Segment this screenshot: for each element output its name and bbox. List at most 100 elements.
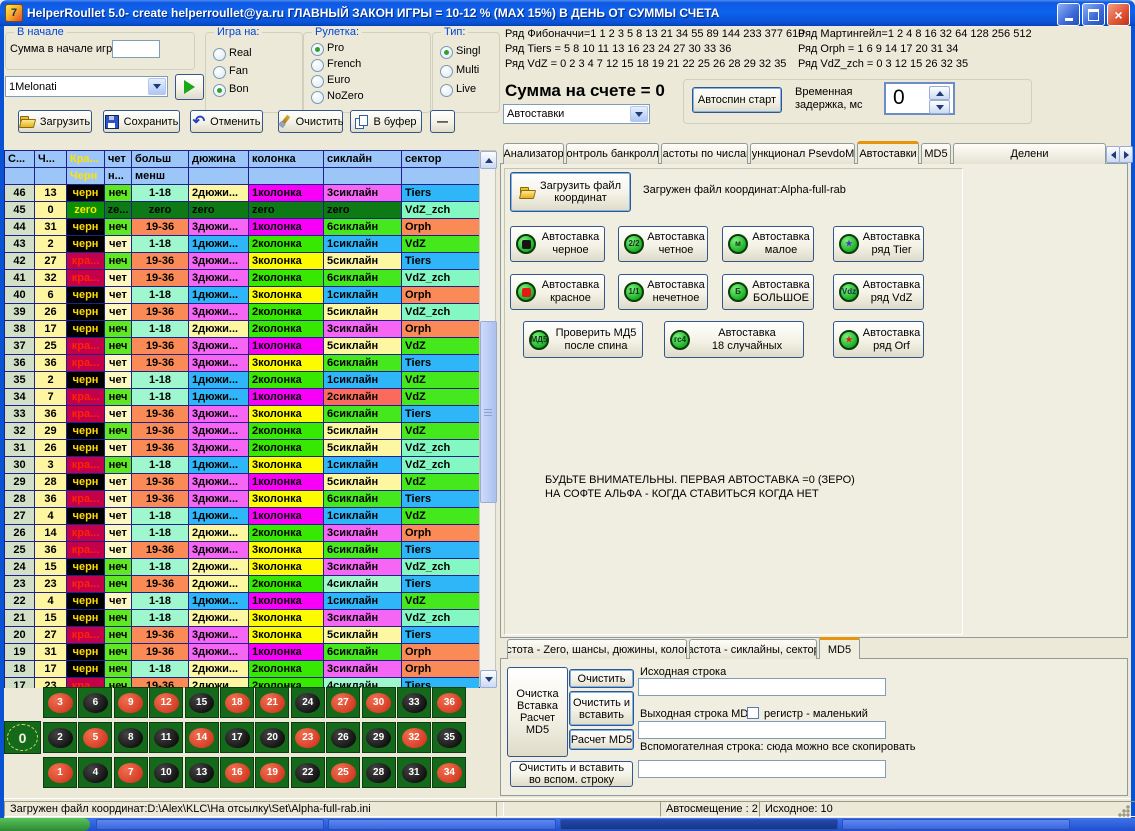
- close-button[interactable]: ×: [1107, 3, 1130, 26]
- spin-down-button[interactable]: [929, 100, 950, 114]
- autobet-button-even[interactable]: 2/2Автоставка четное: [618, 226, 708, 262]
- board-cell-9[interactable]: 9: [114, 687, 148, 718]
- bottom-tab-2[interactable]: Частота - сиклайны, сектора: [689, 639, 817, 659]
- board-cell-2[interactable]: 2: [43, 722, 77, 753]
- board-cell-30[interactable]: 30: [362, 687, 396, 718]
- scroll-down-button[interactable]: [480, 670, 497, 688]
- md5-clear-paste-aux-button[interactable]: Очистить и вставить во вспом. строку: [510, 761, 633, 787]
- taskbar-item[interactable]: [328, 819, 556, 830]
- board-cell-36[interactable]: 36: [432, 687, 466, 718]
- board-cell-27[interactable]: 27: [326, 687, 360, 718]
- minimize-button[interactable]: [1057, 3, 1080, 26]
- autospin-start-button[interactable]: Автоспин старт: [692, 87, 782, 113]
- resize-grip[interactable]: [1118, 805, 1130, 817]
- board-cell-5[interactable]: 5: [78, 722, 112, 753]
- board-cell-21[interactable]: 21: [255, 687, 289, 718]
- tab-частоты-по-числам[interactable]: Частоты по числам: [661, 143, 748, 164]
- toolbar-button-1[interactable]: Загрузить: [18, 110, 92, 133]
- toolbar-button-2[interactable]: Сохранить: [103, 110, 180, 133]
- board-cell-31[interactable]: 31: [397, 757, 431, 788]
- scroll-up-button[interactable]: [480, 151, 497, 169]
- md5-calc-button[interactable]: Расчет MD5: [569, 729, 634, 750]
- board-cell-34[interactable]: 34: [432, 757, 466, 788]
- board-cell-11[interactable]: 11: [149, 722, 183, 753]
- register-checkbox[interactable]: [747, 707, 759, 719]
- scrollbar-thumb[interactable]: [480, 321, 497, 503]
- autobet-button-odd[interactable]: 1/1Автоставка нечетное: [618, 274, 708, 310]
- board-cell-33[interactable]: 33: [397, 687, 431, 718]
- bottom-tab-1[interactable]: Частота - Zero, шансы, дюжины, колонки: [507, 639, 687, 659]
- board-cell-32[interactable]: 32: [397, 722, 431, 753]
- toolbar-button-3[interactable]: ↶Отменить: [190, 110, 263, 133]
- board-cell-28[interactable]: 28: [362, 757, 396, 788]
- taskbar-item[interactable]: [842, 819, 1070, 830]
- tab-анализатор[interactable]: Анализатор: [503, 143, 564, 164]
- play-button[interactable]: [175, 74, 204, 100]
- start-button[interactable]: [0, 818, 90, 831]
- autobet-button-small[interactable]: мАвтоставка малое: [722, 226, 814, 262]
- board-cell-19[interactable]: 19: [255, 757, 289, 788]
- tab-автоставки[interactable]: Автоставки: [857, 141, 919, 164]
- board-cell-1[interactable]: 1: [43, 757, 77, 788]
- bottom-tab-3[interactable]: MD5: [819, 637, 860, 659]
- autobet-button-vdz[interactable]: VdzАвтоставка ряд VdZ: [833, 274, 924, 310]
- autobet-button-red-square[interactable]: Автоставка красное: [510, 274, 605, 310]
- load-coords-button[interactable]: Загрузить файл координат: [510, 172, 631, 212]
- md5-output-input[interactable]: [638, 721, 886, 739]
- toolbar-button-6[interactable]: —: [430, 110, 455, 133]
- board-cell-22[interactable]: 22: [291, 757, 325, 788]
- md5-clear-and-paste-button[interactable]: Очистить и вставить: [569, 691, 634, 726]
- autobet-button-md5[interactable]: МД5Проверить МД5 после спина: [523, 321, 643, 358]
- autobet-button-tier[interactable]: ★Автоставка ряд Tier: [833, 226, 924, 262]
- tab-scroll-right-button[interactable]: [1119, 146, 1133, 163]
- mode-combo[interactable]: Автоставки: [503, 104, 650, 124]
- board-cell-29[interactable]: 29: [362, 722, 396, 753]
- board-cell-18[interactable]: 18: [220, 687, 254, 718]
- board-cell-26[interactable]: 26: [326, 722, 360, 753]
- radio-bon[interactable]: [213, 84, 226, 97]
- radio-real[interactable]: [213, 48, 226, 61]
- board-cell-3[interactable]: 3: [43, 687, 77, 718]
- taskbar-item[interactable]: [96, 819, 324, 830]
- board-cell-16[interactable]: 16: [220, 757, 254, 788]
- table-scrollbar[interactable]: [479, 150, 496, 687]
- delay-spinner[interactable]: 0: [884, 82, 955, 115]
- preset-combo[interactable]: 1Melonati: [5, 76, 168, 97]
- radio-euro[interactable]: [311, 75, 324, 88]
- board-cell-8[interactable]: 8: [114, 722, 148, 753]
- radio-french[interactable]: [311, 59, 324, 72]
- radio-singl[interactable]: [440, 46, 453, 59]
- toolbar-button-4[interactable]: Очистить: [278, 110, 343, 133]
- board-cell-6[interactable]: 6: [78, 687, 112, 718]
- tab-контроль-банкролла[interactable]: Контроль банкролла: [566, 143, 659, 164]
- spin-up-button[interactable]: [929, 86, 950, 100]
- chevron-down-icon[interactable]: [630, 106, 648, 122]
- radio-multi[interactable]: [440, 65, 453, 78]
- md5-source-input[interactable]: [638, 678, 886, 696]
- board-cell-10[interactable]: 10: [149, 757, 183, 788]
- board-cell-12[interactable]: 12: [149, 687, 183, 718]
- tab-делени[interactable]: Делени: [953, 143, 1106, 164]
- board-cell-13[interactable]: 13: [185, 757, 219, 788]
- board-cell-23[interactable]: 23: [291, 722, 325, 753]
- board-cell-25[interactable]: 25: [326, 757, 360, 788]
- radio-pro[interactable]: [311, 43, 324, 56]
- tab-scroll-left-button[interactable]: [1106, 146, 1120, 163]
- md5-clear-button[interactable]: Очистить: [569, 669, 634, 688]
- board-cell-4[interactable]: 4: [78, 757, 112, 788]
- tab-md5[interactable]: MD5: [921, 143, 951, 164]
- toolbar-button-5[interactable]: В буфер: [350, 110, 422, 133]
- autobet-button-black-square[interactable]: Автоставка черное: [510, 226, 605, 262]
- radio-nozero[interactable]: [311, 91, 324, 104]
- board-cell-35[interactable]: 35: [432, 722, 466, 753]
- board-cell-15[interactable]: 15: [185, 687, 219, 718]
- radio-fan[interactable]: [213, 66, 226, 79]
- board-cell-14[interactable]: 14: [185, 722, 219, 753]
- board-cell-17[interactable]: 17: [220, 722, 254, 753]
- board-cell-24[interactable]: 24: [291, 687, 325, 718]
- chevron-down-icon[interactable]: [148, 78, 166, 95]
- autobet-button-random18[interactable]: гс4Автоставка 18 случайных: [664, 321, 804, 358]
- autobet-button-orf[interactable]: ★Автоставка ряд Orf: [833, 321, 924, 358]
- autobet-button-big[interactable]: БАвтоставка БОЛЬШОЕ: [722, 274, 814, 310]
- board-cell-7[interactable]: 7: [114, 757, 148, 788]
